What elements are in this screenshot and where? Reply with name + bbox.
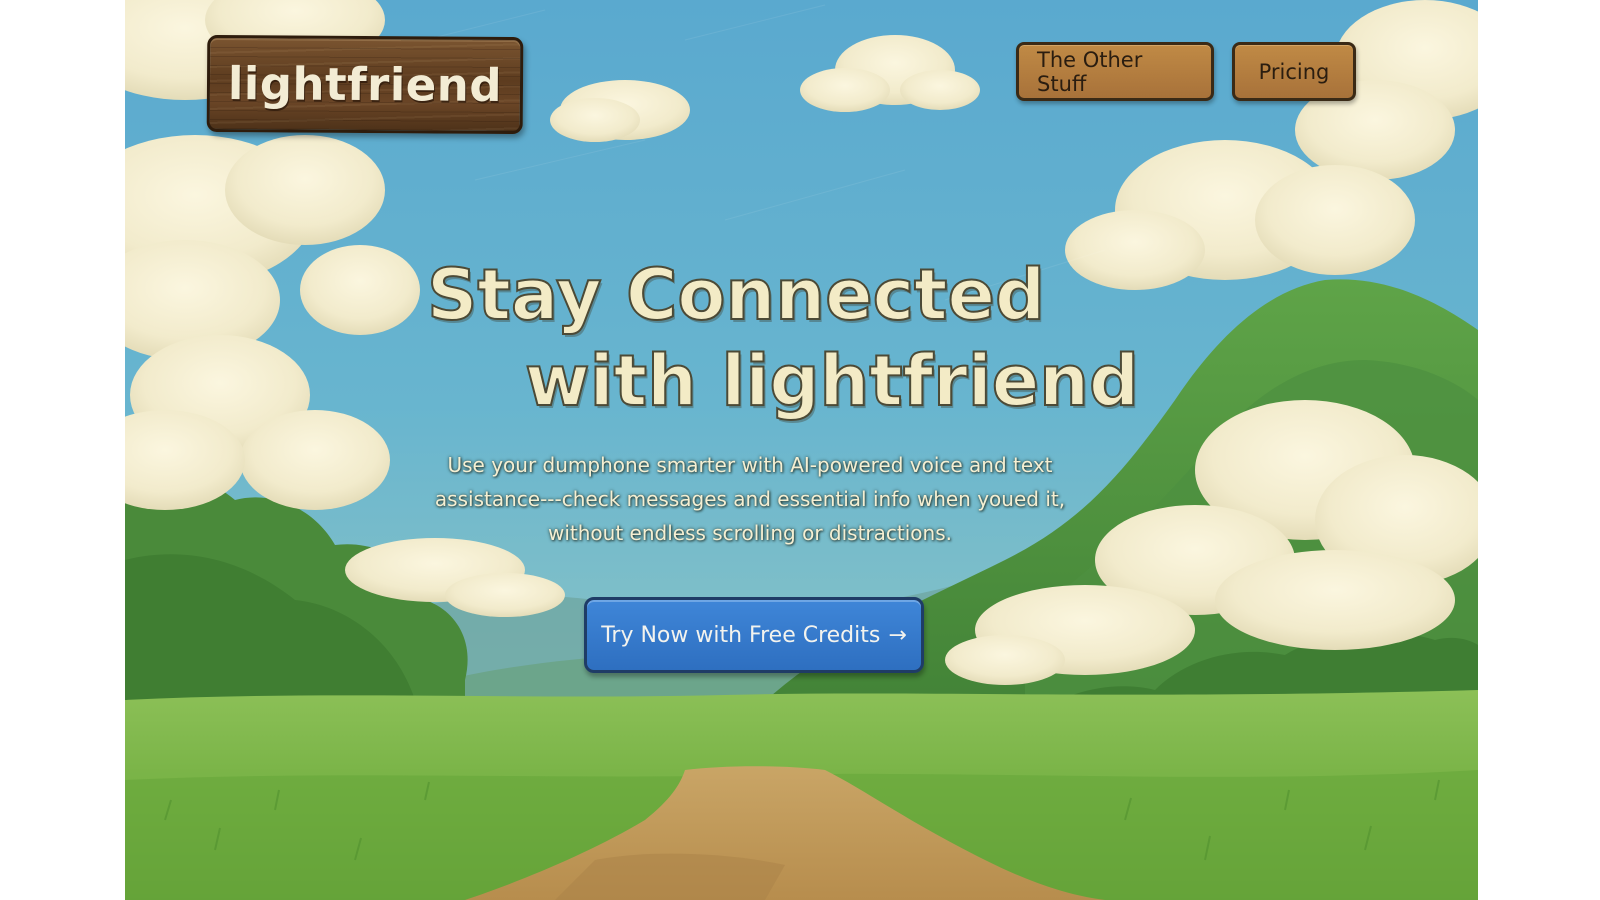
- nav-item-the-other-stuff[interactable]: The Other Stuff: [1016, 42, 1214, 101]
- try-now-button-label: Try Now with Free Credits: [601, 622, 881, 648]
- hero-title: Stay Connected with lightfriend: [125, 252, 1375, 424]
- nav-item-pricing[interactable]: Pricing: [1232, 42, 1356, 101]
- arrow-right-icon: →: [888, 622, 907, 648]
- brand-logo-sign[interactable]: lightfriend: [206, 34, 524, 135]
- hero-title-line-1: Stay Connected: [426, 253, 1046, 337]
- brand-name: lightfriend: [227, 57, 503, 112]
- hero-subtitle: Use your dumphone smarter with AI-powere…: [434, 453, 1066, 545]
- try-now-button[interactable]: Try Now with Free Credits →: [584, 597, 924, 673]
- top-nav: The Other Stuff Pricing: [1016, 42, 1356, 101]
- hero-title-line-2: with lightfriend: [524, 339, 1140, 423]
- landing-page: lightfriend The Other Stuff Pricing Stay…: [125, 0, 1478, 900]
